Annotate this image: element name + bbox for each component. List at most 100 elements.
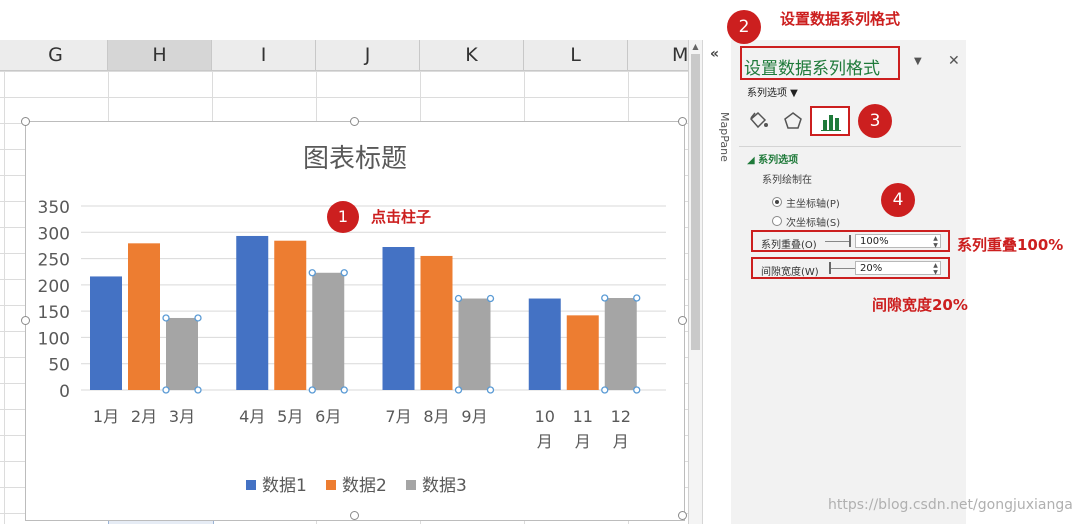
spinner-icon[interactable]: ▲▼ — [932, 262, 939, 276]
bar-selection-handle[interactable] — [194, 314, 202, 322]
x-tick-label: 1月 — [93, 407, 119, 426]
secondary-axis-radio[interactable] — [772, 216, 782, 226]
y-tick-label: 150 — [38, 303, 70, 323]
scroll-up-arrow-icon[interactable]: ▲ — [690, 42, 701, 52]
chart-resize-handle[interactable] — [678, 316, 687, 325]
chart-resize-handle[interactable] — [678, 117, 687, 126]
chart-resize-handle[interactable] — [350, 117, 359, 126]
y-tick-label: 350 — [38, 198, 70, 218]
chart-resize-handle[interactable] — [350, 511, 359, 520]
bar-selection-handle[interactable] — [194, 386, 202, 394]
column-header-g[interactable]: G — [4, 40, 108, 70]
bar[interactable] — [166, 317, 198, 390]
bar[interactable] — [420, 255, 453, 390]
bar-selection-handle[interactable] — [633, 294, 641, 302]
x-tick-label: 月 — [613, 432, 629, 451]
x-tick-label: 2月 — [131, 407, 157, 426]
bar[interactable] — [90, 276, 122, 390]
x-tick-label: 12 — [611, 407, 631, 426]
column-header-l[interactable]: L — [524, 40, 628, 70]
chart-title[interactable]: 图表标题 — [303, 144, 407, 174]
series-options-tab[interactable] — [810, 106, 850, 136]
x-tick-label: 月 — [575, 432, 591, 451]
primary-axis-label[interactable]: 主坐标轴(P) — [786, 195, 840, 210]
column-header-j[interactable]: J — [316, 40, 420, 70]
column-header-i[interactable]: I — [212, 40, 316, 70]
mappane-strip: « MapPane — [702, 40, 732, 524]
bar-chart-icon — [821, 115, 841, 131]
y-tick-label: 200 — [38, 277, 70, 297]
bar-selection-handle[interactable] — [162, 314, 170, 322]
y-tick-label: 100 — [38, 329, 70, 349]
bar[interactable] — [274, 240, 307, 390]
column-header-h[interactable]: H — [108, 40, 212, 70]
legend-swatch — [326, 480, 336, 490]
secondary-axis-label[interactable]: 次坐标轴(S) — [786, 214, 840, 229]
bar-selection-handle[interactable] — [454, 386, 463, 394]
bar[interactable] — [236, 235, 269, 390]
section-series-options[interactable]: ◢ 系列选项 — [747, 151, 798, 166]
y-tick-label: 300 — [38, 224, 70, 244]
chart-resize-handle[interactable] — [21, 117, 30, 126]
bar[interactable] — [566, 315, 599, 390]
collapse-chevron-icon[interactable]: « — [710, 46, 719, 62]
series-overlap-slider[interactable] — [825, 241, 851, 242]
chart-resize-handle[interactable] — [21, 316, 30, 325]
bar-selection-handle[interactable] — [454, 294, 463, 303]
primary-axis-radio[interactable] — [772, 197, 782, 207]
divider — [739, 146, 961, 147]
y-tick-label: 0 — [59, 382, 70, 402]
paint-bucket-icon[interactable] — [747, 110, 769, 132]
bar-selection-handle[interactable] — [340, 269, 348, 277]
scrollbar-thumb[interactable] — [691, 54, 700, 350]
step-badge-3: 3 — [858, 104, 892, 138]
x-tick-label: 5月 — [277, 407, 303, 426]
series-options-menu[interactable]: 系列选项 ▼ — [747, 84, 798, 99]
spinner-icon[interactable]: ▲▼ — [932, 235, 939, 249]
bar[interactable] — [604, 298, 637, 390]
bar-selection-handle[interactable] — [601, 386, 609, 394]
y-tick-label: 50 — [48, 356, 70, 376]
column-header-k[interactable]: K — [420, 40, 524, 70]
gap-width-slider[interactable] — [831, 268, 857, 269]
gap-width-value: 20% — [860, 263, 883, 274]
bar-selection-handle[interactable] — [340, 386, 348, 394]
series-overlap-label: 系列重叠(O) — [761, 240, 817, 251]
chart-area[interactable]: 图表标题 0 50 100 150 200 250 300 350 1月 2月 3月 4月 5月 6月 7… — [21, 117, 687, 521]
y-tick-label: 250 — [38, 251, 70, 271]
spreadsheet-area[interactable]: G H I J K L M ▲ 图表标题 0 50 100 150 200 250 300 3… — [0, 0, 702, 524]
watermark: https://blog.csdn.net/gongjuxianga — [828, 497, 1073, 513]
legend-label[interactable]: 数据1 — [262, 476, 307, 496]
gap-width-input[interactable]: 20% ▲▼ — [855, 261, 941, 276]
x-tick-label: 8月 — [423, 407, 449, 426]
bar[interactable] — [382, 247, 415, 390]
series-overlap-input[interactable]: 100% ▲▼ — [855, 234, 941, 249]
mappane-label[interactable]: MapPane — [703, 112, 731, 162]
bar-selection-handle[interactable] — [633, 386, 641, 394]
gap-width-row: 间隙宽度(W) 20% ▲▼ — [751, 257, 950, 279]
bar-selection-handle[interactable] — [308, 269, 316, 277]
gap-width-label: 间隙宽度(W) — [761, 267, 819, 278]
close-icon[interactable]: ✕ — [948, 53, 960, 69]
vertical-scrollbar[interactable]: ▲ — [688, 40, 702, 524]
legend-label[interactable]: 数据2 — [342, 476, 387, 496]
bar-selection-handle[interactable] — [486, 294, 495, 303]
bar-selection-handle[interactable] — [162, 386, 170, 394]
chart-resize-handle[interactable] — [678, 511, 687, 520]
chart-legend[interactable]: 数据1 数据2 数据3 — [246, 476, 467, 496]
bar[interactable] — [312, 272, 345, 390]
bar-chart[interactable]: 图表标题 050100150200250300350 1月 2月 3月 4月 5月 6月 7… — [26, 122, 684, 520]
pane-options-dropdown-icon[interactable]: ▼ — [914, 56, 922, 67]
bar[interactable] — [528, 298, 561, 390]
pentagon-icon[interactable] — [782, 110, 804, 132]
bar[interactable] — [128, 243, 160, 390]
bar-selection-handle[interactable] — [486, 386, 495, 394]
x-tick-label: 6月 — [315, 407, 341, 426]
bar-selection-handle[interactable] — [308, 386, 316, 394]
y-axis-ticks: 0 50 100 150 200 250 300 350 — [38, 198, 70, 402]
series-overlap-row: 系列重叠(O) 100% ▲▼ — [751, 230, 950, 252]
series-overlap-slider-thumb[interactable] — [849, 235, 851, 247]
bar[interactable] — [458, 298, 491, 390]
legend-label[interactable]: 数据3 — [422, 476, 467, 496]
bar-selection-handle[interactable] — [601, 294, 609, 302]
